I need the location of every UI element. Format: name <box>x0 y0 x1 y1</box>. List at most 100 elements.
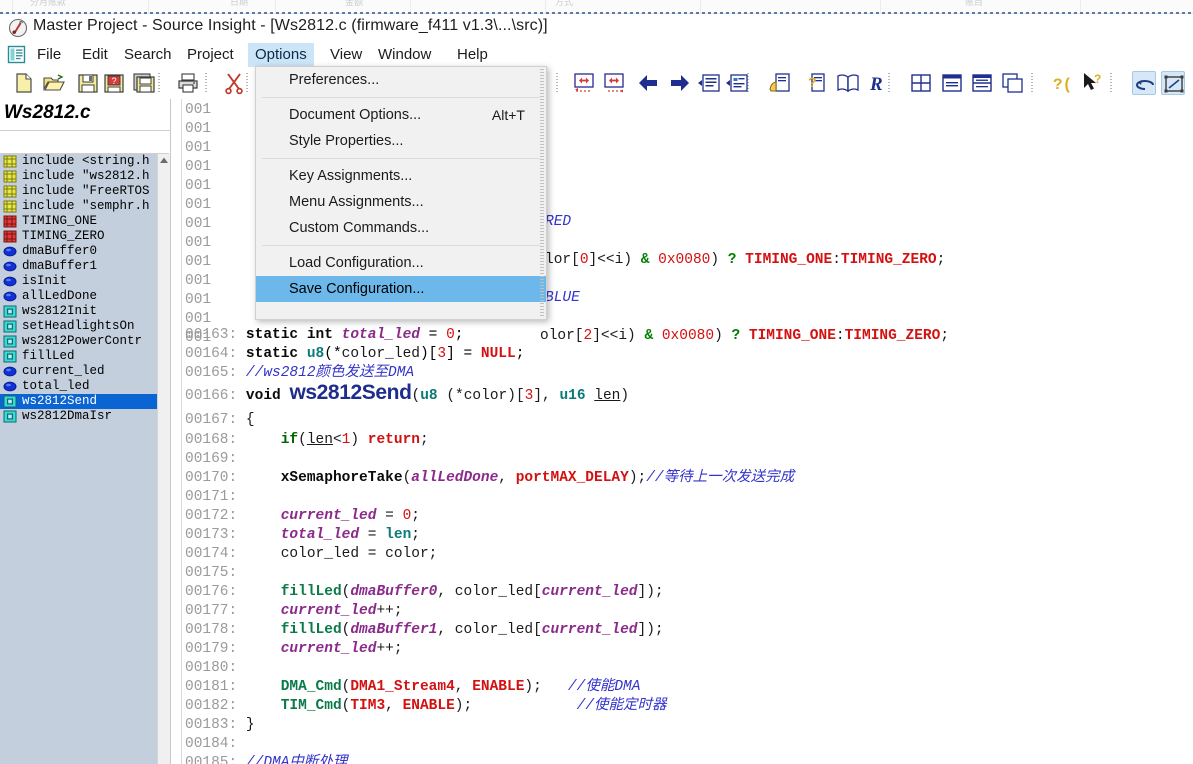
menubar-item-search[interactable]: Search <box>117 43 179 67</box>
menubar-item-view[interactable]: View <box>323 43 369 67</box>
editor-line[interactable]: 00166: void ws2812Send(u8 (*color)[3], u… <box>185 382 629 404</box>
symbol-list-item[interactable]: include "ws2812.h <box>0 169 158 184</box>
tile-windows-icon[interactable] <box>909 71 933 95</box>
window-split-icon[interactable] <box>970 71 994 95</box>
editor-line[interactable]: 00179: current_led++; <box>185 640 403 659</box>
menubar-item-project[interactable]: Project <box>180 43 241 67</box>
menubar-item-help[interactable]: Help <box>450 43 495 67</box>
preproc-include-icon <box>3 185 17 198</box>
menubar-item-window[interactable]: Window <box>371 43 438 67</box>
symbol-list-item[interactable]: ws2812Init <box>0 304 158 319</box>
symbol-list-item-label: dmaBuffer0 <box>22 244 98 258</box>
editor-line[interactable]: 00175: <box>185 564 246 583</box>
jump-forward-icon[interactable] <box>602 71 626 95</box>
jump-to-definition-icon[interactable] <box>697 71 721 95</box>
editor-line[interactable]: 00177: current_led++; <box>185 602 403 621</box>
symbol-list-item[interactable]: dmaBuffer0 <box>0 244 158 259</box>
editor-line[interactable]: 00174: color_led = color; <box>185 545 437 564</box>
editor-line[interactable]: 00163: static int total_led = 0; <box>185 326 464 345</box>
menubar-item-options[interactable]: Options <box>248 43 314 67</box>
editor-line[interactable]: 00167: { <box>185 411 255 430</box>
variable-icon <box>3 380 17 393</box>
editor-line[interactable]: 00172: current_led = 0; <box>185 507 420 526</box>
print-icon[interactable] <box>176 71 200 95</box>
redraw-icon[interactable] <box>1161 71 1185 95</box>
bg-strip-cell: 方式 <box>555 0 574 7</box>
symbol-list-item-label: TIMING_ZERO <box>22 229 105 243</box>
new-file-icon[interactable] <box>12 71 36 95</box>
symbol-list-item[interactable]: TIMING_ZERO <box>0 229 158 244</box>
symbol-list-item[interactable]: TIMING_ONE <box>0 214 158 229</box>
symbol-list-item-label: include <string.h <box>22 154 150 168</box>
symbol-list-item[interactable]: current_led <box>0 364 158 379</box>
symbol-list-item-label: current_led <box>22 364 105 378</box>
jump-back-icon[interactable] <box>572 71 596 95</box>
menu-item-custom-commands[interactable]: Custom Commands... <box>256 215 546 241</box>
smart-rename-icon[interactable]: ?() <box>1051 71 1082 95</box>
symbol-list-item[interactable]: include <string.h <box>0 154 158 169</box>
editor-line[interactable]: 00180: <box>185 659 246 678</box>
scroll-up-arrow-icon[interactable] <box>158 154 170 167</box>
menu-item-load-configuration[interactable]: Load Configuration... <box>256 250 546 276</box>
menubar-item-edit[interactable]: Edit <box>75 43 115 67</box>
editor-line[interactable]: 00181: DMA_Cmd(DMA1_Stream4, ENABLE); //… <box>185 678 640 697</box>
symbol-list-item[interactable]: isInit <box>0 274 158 289</box>
symbol-list-item[interactable]: ws2812DmaIsr <box>0 409 158 424</box>
editor-line[interactable]: 00178: fillLed(dmaBuffer1, color_led[cur… <box>185 621 664 640</box>
symbol-list-item[interactable]: allLedDone <box>0 289 158 304</box>
editor-line[interactable]: 00164: static u8(*color_led)[3] = NULL; <box>185 345 524 364</box>
symbol-filter-input[interactable] <box>0 131 169 154</box>
editor-line[interactable]: 00184: <box>185 735 246 754</box>
editor-line[interactable]: 00169: <box>185 450 246 469</box>
symbol-list-item[interactable]: fillLed <box>0 349 158 364</box>
menu-item-key-assignments[interactable]: Key Assignments... <box>256 163 546 189</box>
save-all-icon[interactable] <box>132 71 156 95</box>
symbol-list-item-label: include "FreeRTOS <box>22 184 150 198</box>
symbol-list-item[interactable]: setHeadlightsOn <box>0 319 158 334</box>
symbol-list-item[interactable]: dmaBuffer1 <box>0 259 158 274</box>
symbol-list-item[interactable]: ws2812PowerContr <box>0 334 158 349</box>
save-as-icon[interactable]: ? <box>102 71 126 95</box>
symbol-list-item[interactable]: include "FreeRTOS <box>0 184 158 199</box>
preproc-define-icon <box>3 230 17 243</box>
context-help-icon[interactable]: ? <box>1080 71 1104 95</box>
editor-line[interactable]: 00176: fillLed(dmaBuffer0, color_led[cur… <box>185 583 664 602</box>
open-file-icon[interactable] <box>42 71 66 95</box>
undo-icon[interactable] <box>1132 71 1156 95</box>
browse-symbols-icon[interactable] <box>836 71 860 95</box>
relation-window-icon[interactable]: R <box>866 71 890 95</box>
back-arrow-icon[interactable] <box>636 71 660 95</box>
editor-line-number-partial: 001 <box>185 178 212 194</box>
context-window-icon[interactable] <box>768 71 792 95</box>
menubar-item-file[interactable]: File <box>30 43 68 67</box>
menu-item-document-options[interactable]: Document Options... Alt+T <box>256 102 546 128</box>
window-single-icon[interactable] <box>940 71 964 95</box>
cascade-windows-icon[interactable] <box>1001 71 1025 95</box>
title-bar: Master Project - Source Insight - [Ws281… <box>0 14 1193 42</box>
menu-item-style-properties[interactable]: Style Properties... <box>256 128 546 154</box>
menu-item-menu-assignments[interactable]: Menu Assignments... <box>256 189 546 215</box>
symbol-list-item[interactable]: total_led <box>0 379 158 394</box>
editor-line[interactable]: 00173: total_led = len; <box>185 526 420 545</box>
menu-item-preferences[interactable]: Preferences... <box>256 67 546 93</box>
symbol-list[interactable]: include <string.h include "ws2812.h includ… <box>0 154 158 764</box>
editor-line-number-partial: 001 <box>185 254 212 270</box>
symbol-list-item[interactable]: ws2812Send <box>0 394 158 409</box>
options-dropdown-menu[interactable]: Preferences... Document Options... Alt+T St… <box>255 66 547 320</box>
editor-line[interactable]: 00168: if(len<1) return; <box>185 431 429 450</box>
editor-line[interactable]: 00182: TIM_Cmd(TIM3, ENABLE); //使能定时器 <box>185 697 667 716</box>
menu-item-save-configuration[interactable]: Save Configuration... <box>256 276 546 302</box>
editor-code-fragment: RED <box>545 214 572 230</box>
editor-line[interactable]: 00183: } <box>185 716 255 735</box>
editor-line[interactable]: 00170: xSemaphoreTake(allLedDone, portMA… <box>185 469 794 488</box>
editor-line[interactable]: 00185: //DMA中断处理 <box>185 754 347 764</box>
symbol-info-icon[interactable]: ? <box>803 71 827 95</box>
symbol-list-scrollbar[interactable] <box>157 154 170 764</box>
cut-icon[interactable] <box>222 71 246 95</box>
editor-line[interactable]: 00171: <box>185 488 246 507</box>
save-file-icon[interactable] <box>76 71 100 95</box>
menu-separator <box>262 97 540 98</box>
symbol-list-item[interactable]: include "semphr.h <box>0 199 158 214</box>
jump-to-caller-icon[interactable] <box>725 71 749 95</box>
forward-arrow-icon[interactable] <box>668 71 692 95</box>
